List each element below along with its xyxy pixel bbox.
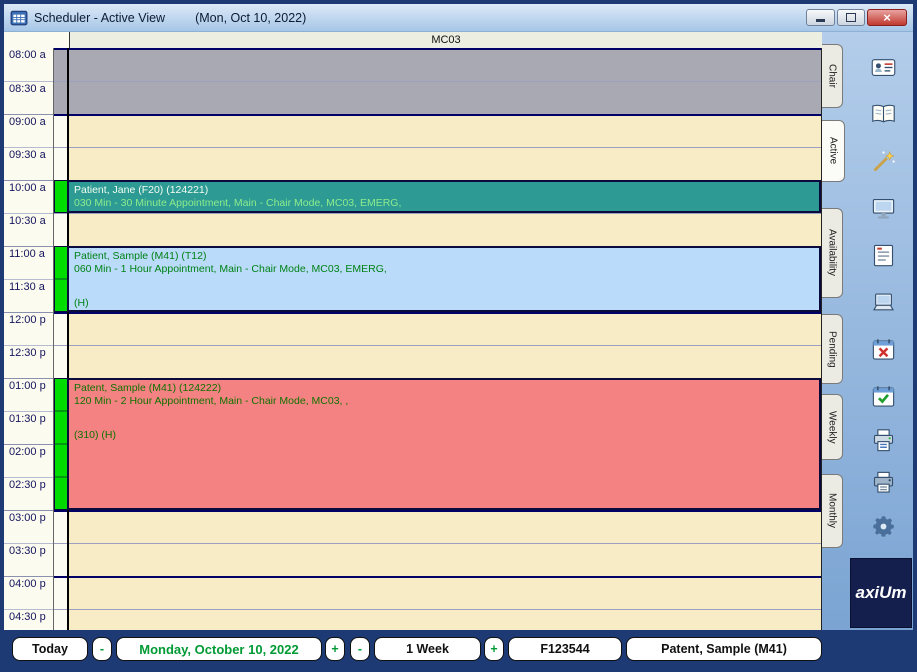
maximize-icon: [846, 13, 856, 22]
today-button[interactable]: Today: [12, 637, 88, 661]
unavailable-block: [54, 48, 67, 114]
right-panel: Chair Active Availability Pending Weekly…: [822, 32, 913, 630]
time-label: 09:00 a: [4, 114, 53, 147]
cancel-appointment-button[interactable]: [866, 332, 900, 366]
appointment-status-strip: [54, 378, 67, 510]
time-label: 02:00 p: [4, 444, 53, 477]
appointment-extra: (H): [74, 297, 814, 310]
tab-pending[interactable]: Pending: [822, 314, 843, 384]
current-date-button[interactable]: Monday, October 10, 2022: [116, 637, 322, 661]
window-title-date: (Mon, Oct 10, 2022): [195, 11, 306, 25]
column-header-mc03[interactable]: MC03: [69, 32, 822, 48]
time-label: 11:00 a: [4, 246, 53, 279]
time-label: 11:30 a: [4, 279, 53, 312]
time-label: 01:30 p: [4, 411, 53, 444]
calendar-check-icon: [870, 383, 897, 410]
laptop-icon: [870, 289, 897, 316]
schedule-grid[interactable]: [69, 48, 822, 630]
appointment-patient: Patient, Jane (F20) (124221): [74, 184, 814, 197]
column-header-row: MC03: [4, 32, 822, 48]
range-increase-button[interactable]: +: [484, 637, 504, 661]
selected-patient-button[interactable]: Patent, Sample (M41): [626, 637, 822, 661]
appointment-body: Patent, Sample (M41) (124222) 120 Min - …: [67, 378, 821, 510]
tab-active[interactable]: Active: [822, 120, 845, 182]
print-preview-icon: [870, 427, 897, 454]
time-label: 12:30 p: [4, 345, 53, 378]
time-label: 10:30 a: [4, 213, 53, 246]
appointment-details: 120 Min - 2 Hour Appointment, Main - Cha…: [74, 395, 814, 408]
schedule-rows: 08:00 a 08:30 a 09:00 a 09:30 a 10:00 a …: [4, 48, 822, 630]
printer-icon: [870, 469, 897, 496]
appointment-block[interactable]: Patent, Sample (M41) (124222) 120 Min - …: [54, 378, 821, 510]
status-strip-column: [54, 48, 67, 630]
time-label: 01:00 p: [4, 378, 53, 411]
axium-logo: axiUm: [850, 558, 912, 628]
schedule-area: MC03 08:00 a 08:30 a 09:00 a 09:30 a 10:…: [4, 32, 822, 630]
laptop-button[interactable]: [866, 285, 900, 319]
form-list-icon: [870, 242, 897, 269]
range-button[interactable]: 1 Week: [374, 637, 481, 661]
print-button[interactable]: [866, 465, 900, 499]
appointment-status-strip: [54, 246, 67, 312]
time-label: 10:00 a: [4, 180, 53, 213]
clinic-code-button[interactable]: F123544: [508, 637, 622, 661]
time-label: 08:00 a: [4, 48, 53, 81]
workstation-button[interactable]: [866, 191, 900, 225]
patient-card-icon: [870, 54, 897, 81]
range-decrease-button[interactable]: -: [350, 637, 370, 661]
confirm-appointment-button[interactable]: [866, 379, 900, 413]
appointment-patient: Patient, Sample (M41) (T12): [74, 250, 814, 263]
time-label: 04:00 p: [4, 576, 53, 609]
time-label: 12:00 p: [4, 312, 53, 345]
tab-weekly[interactable]: Weekly: [822, 394, 843, 460]
appointment-block[interactable]: Patient, Jane (F20) (124221) 030 Min - 3…: [54, 180, 821, 213]
gear-icon: [870, 513, 897, 540]
scheduler-app-icon: [10, 9, 28, 27]
unavailable-block: [69, 48, 821, 114]
print-preview-button[interactable]: [866, 423, 900, 457]
minimize-icon: [816, 19, 825, 22]
time-label: 03:00 p: [4, 510, 53, 543]
reference-book-button[interactable]: [866, 97, 900, 131]
tab-availability[interactable]: Availability: [822, 208, 843, 298]
maximize-button[interactable]: [837, 9, 865, 26]
tab-monthly[interactable]: Monthly: [822, 474, 843, 548]
appointment-status-strip: [54, 180, 67, 213]
appointment-body: Patient, Jane (F20) (124221) 030 Min - 3…: [67, 180, 821, 213]
monitor-icon: [870, 195, 897, 222]
minimize-button[interactable]: [806, 9, 835, 26]
settings-button[interactable]: [866, 509, 900, 543]
time-gutter: 08:00 a 08:30 a 09:00 a 09:30 a 10:00 a …: [4, 48, 53, 630]
appointment-details: 060 Min - 1 Hour Appointment, Main - Cha…: [74, 263, 814, 276]
appointment-form-button[interactable]: [866, 238, 900, 272]
time-label: 08:30 a: [4, 81, 53, 114]
bottom-bar: Today - Monday, October 10, 2022 + - 1 W…: [4, 630, 913, 668]
time-label: 04:30 p: [4, 609, 53, 630]
close-button[interactable]: ×: [867, 9, 907, 26]
tab-chair[interactable]: Chair: [822, 44, 843, 108]
wizard-button[interactable]: [866, 144, 900, 178]
book-icon: [870, 101, 897, 128]
magic-wand-icon: [870, 148, 897, 175]
calendar-cancel-icon: [870, 336, 897, 363]
date-previous-button[interactable]: -: [92, 637, 112, 661]
time-label: 02:30 p: [4, 477, 53, 510]
scheduler-window: Scheduler - Active View (Mon, Oct 10, 20…: [0, 0, 917, 672]
appointment-extra: (310) (H): [74, 429, 814, 442]
window-title: Scheduler - Active View: [34, 11, 165, 25]
time-label: 03:30 p: [4, 543, 53, 576]
content-area: MC03 08:00 a 08:30 a 09:00 a 09:30 a 10:…: [4, 32, 913, 630]
appointment-details: 030 Min - 30 Minute Appointment, Main - …: [74, 197, 814, 210]
time-label: 09:30 a: [4, 147, 53, 180]
date-next-button[interactable]: +: [325, 637, 345, 661]
appointment-block[interactable]: Patient, Sample (M41) (T12) 060 Min - 1 …: [54, 246, 821, 312]
appointment-body: Patient, Sample (M41) (T12) 060 Min - 1 …: [67, 246, 821, 312]
column-header-corner: [4, 32, 69, 48]
title-bar[interactable]: Scheduler - Active View (Mon, Oct 10, 20…: [4, 4, 913, 32]
patient-card-button[interactable]: [866, 50, 900, 84]
appointment-patient: Patent, Sample (M41) (124222): [74, 382, 814, 395]
